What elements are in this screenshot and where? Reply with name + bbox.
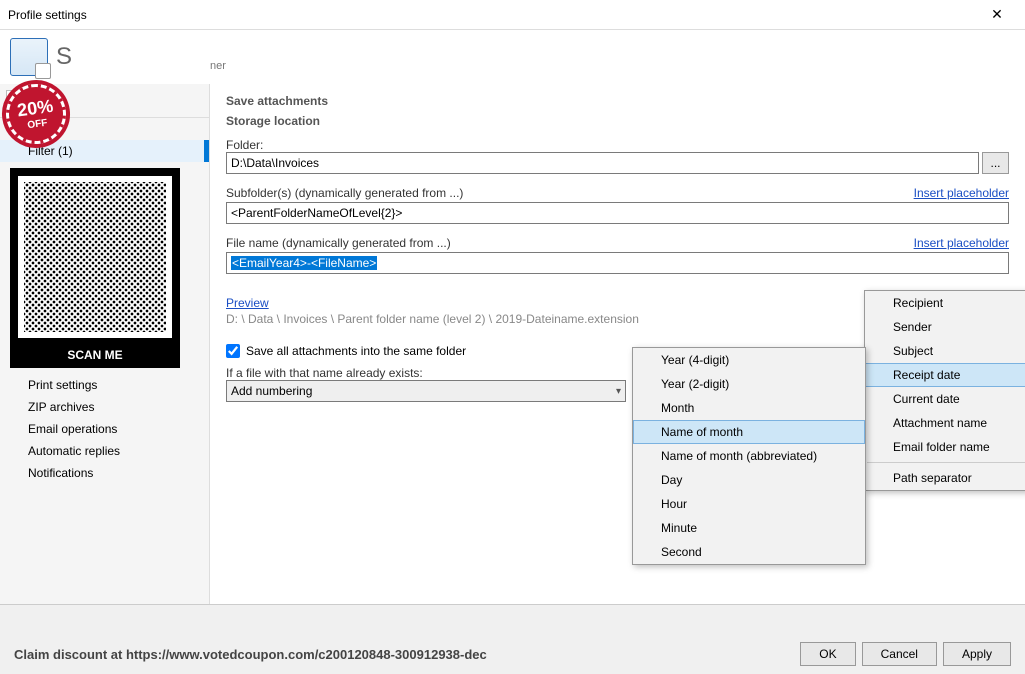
preview-link[interactable]: Preview [226, 296, 269, 310]
submenu-year4[interactable]: Year (4-digit) [633, 348, 865, 372]
receipt-date-submenu: Year (4-digit) Year (2-digit) Month Name… [632, 347, 866, 565]
insert-placeholder-link-2[interactable]: Insert placeholder [914, 236, 1009, 250]
subsection-title: Storage location [226, 114, 1009, 128]
exists-dropdown[interactable]: Add numbering [226, 380, 626, 402]
toolbar-text: S [56, 43, 72, 71]
menu-item-recipient[interactable]: Recipient [865, 291, 1025, 315]
close-icon[interactable]: ✕ [977, 6, 1017, 23]
same-folder-checkbox[interactable] [226, 344, 240, 358]
section-title: Save attachments [226, 94, 1009, 108]
sidebar-item-notifications[interactable]: Notifications [0, 462, 209, 484]
filename-label: File name (dynamically generated from ..… [226, 236, 451, 250]
folder-input[interactable] [226, 152, 979, 174]
menu-item-email-folder-name[interactable]: Email folder name [865, 435, 1025, 459]
submenu-day[interactable]: Day [633, 468, 865, 492]
app-icon [10, 38, 48, 76]
menu-item-sender[interactable]: Sender [865, 315, 1025, 339]
submenu-minute[interactable]: Minute [633, 516, 865, 540]
same-folder-label: Save all attachments into the same folde… [246, 344, 466, 358]
sidebar-item-print[interactable]: Print settings [0, 374, 209, 396]
insert-placeholder-link-1[interactable]: Insert placeholder [914, 186, 1009, 200]
qr-code: SCAN ME [10, 168, 180, 368]
submenu-month[interactable]: Month [633, 396, 865, 420]
submenu-name-of-month[interactable]: Name of month [633, 420, 865, 444]
filename-input[interactable]: <EmailYear4>-<FileName> [226, 252, 1009, 274]
menu-item-current-date[interactable]: Current date [865, 387, 1025, 411]
menu-item-subject[interactable]: Subject [865, 339, 1025, 363]
subfolder-label: Subfolder(s) (dynamically generated from… [226, 186, 463, 200]
menu-item-attachment-name[interactable]: Attachment name [865, 411, 1025, 435]
submenu-second[interactable]: Second [633, 540, 865, 564]
placeholder-menu: Recipient Sender Subject Receipt date Cu… [864, 290, 1025, 491]
sidebar-item-auto-replies[interactable]: Automatic replies [0, 440, 209, 462]
toolbar: S ner [0, 30, 1025, 84]
ok-button[interactable]: OK [800, 642, 855, 666]
folder-label: Folder: [226, 138, 1009, 152]
toolbar-subtext: ner [210, 60, 226, 72]
apply-button[interactable]: Apply [943, 642, 1011, 666]
titlebar: Profile settings ✕ [0, 0, 1025, 30]
submenu-name-of-month-abbr[interactable]: Name of month (abbreviated) [633, 444, 865, 468]
sidebar-item-email-ops[interactable]: Email operations [0, 418, 209, 440]
menu-item-receipt-date[interactable]: Receipt date [865, 363, 1025, 387]
sidebar-item-zip[interactable]: ZIP archives [0, 396, 209, 418]
submenu-year2[interactable]: Year (2-digit) [633, 372, 865, 396]
bottom-bar: Claim discount at https://www.votedcoupo… [0, 604, 1025, 674]
menu-item-path-separator[interactable]: Path separator [865, 466, 1025, 490]
browse-button[interactable]: ... [982, 152, 1009, 174]
subfolder-input[interactable] [226, 202, 1009, 224]
menu-separator [867, 462, 1025, 463]
cancel-button[interactable]: Cancel [862, 642, 937, 666]
submenu-hour[interactable]: Hour [633, 492, 865, 516]
claim-text: Claim discount at https://www.votedcoupo… [14, 647, 487, 662]
sidebar: Pro Moni Filter (1) SCAN ME Print settin… [0, 84, 210, 604]
window-title: Profile settings [8, 8, 977, 22]
